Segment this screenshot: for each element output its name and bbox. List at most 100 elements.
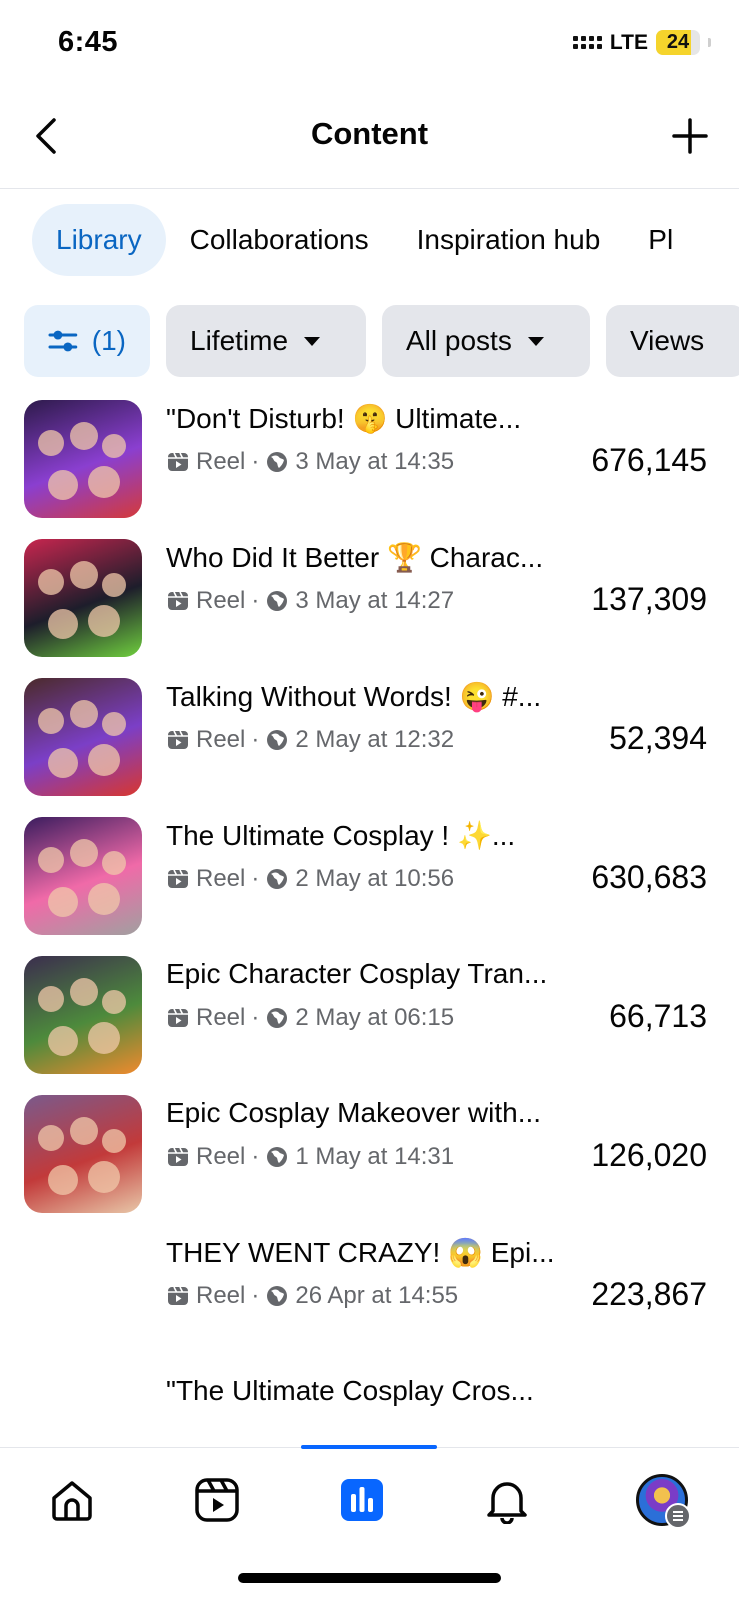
separator-dot: · xyxy=(251,448,260,475)
nav-home[interactable] xyxy=(46,1474,98,1526)
nav-profile[interactable] xyxy=(636,1474,691,1529)
post-type: Reel xyxy=(196,726,246,753)
post-thumbnail xyxy=(24,400,142,518)
plus-icon xyxy=(672,118,708,154)
post-meta: Reel · 26 Apr at 14:55 xyxy=(166,1282,458,1310)
reel-icon xyxy=(168,869,188,888)
post-type: Reel xyxy=(196,1282,246,1309)
post-thumbnail xyxy=(24,539,142,657)
reel-icon xyxy=(168,1008,188,1027)
post-views: 126,020 xyxy=(591,1137,707,1173)
post-type: Reel xyxy=(196,587,246,614)
metric-dropdown[interactable]: Views xyxy=(606,305,739,377)
filter-adjust-button[interactable]: (1) xyxy=(24,305,150,377)
globe-icon xyxy=(267,1286,288,1306)
caret-down-icon xyxy=(527,336,544,346)
globe-icon xyxy=(267,1008,288,1028)
post-title: "The Ultimate Cosplay Cros... xyxy=(166,1375,534,1406)
network-type: LTE xyxy=(609,30,648,54)
post-row[interactable]: Epic Cosplay Makeover with... Reel · 1 May … xyxy=(0,1095,739,1235)
post-row[interactable]: Epic Character Cosplay Tran... Reel · 2 May… xyxy=(0,956,739,1096)
post-row[interactable]: THEY WENT CRAZY! 😱 Epi... Reel · 26 Apr at … xyxy=(0,1234,739,1374)
globe-icon xyxy=(267,869,288,889)
notifications-icon xyxy=(487,1482,527,1524)
post-thumbnail xyxy=(24,956,142,1074)
post-title: THEY WENT CRAZY! 😱 Epi... xyxy=(166,1237,555,1268)
post-date: 2 May at 06:15 xyxy=(295,1004,455,1031)
battery-icon: 24 xyxy=(656,30,700,55)
signal-icon xyxy=(572,36,602,49)
period-label: Lifetime xyxy=(190,325,289,356)
post-views: 52,394 xyxy=(609,720,707,756)
tab-collaborations[interactable]: Collaborations xyxy=(166,204,393,276)
nav-insights[interactable] xyxy=(336,1474,388,1526)
post-date: 1 May at 14:31 xyxy=(295,1143,455,1170)
post-type: Reel xyxy=(196,865,246,892)
post-title: Epic Cosplay Makeover with... xyxy=(166,1097,542,1128)
post-thumbnail xyxy=(24,678,142,796)
tab-inspiration-hub[interactable]: Inspiration hub xyxy=(393,204,625,276)
profile-avatar xyxy=(636,1474,691,1529)
reel-icon xyxy=(168,591,188,610)
globe-icon xyxy=(267,591,288,611)
page-title: Content xyxy=(310,116,429,151)
tab-bar: Library Collaborations Inspiration hub P… xyxy=(32,204,697,276)
post-thumbnail xyxy=(24,1095,142,1213)
metric-label: Views xyxy=(630,325,705,356)
post-row[interactable]: "Don't Disturb! 🤫 Ultimate... Reel · 3 May … xyxy=(0,400,739,540)
post-row[interactable]: The Ultimate Cosplay ! ✨... Reel · 2 May at… xyxy=(0,817,739,957)
insights-icon xyxy=(341,1479,383,1521)
post-meta: Reel · 3 May at 14:27 xyxy=(166,587,454,615)
post-title: The Ultimate Cosplay ! ✨... xyxy=(166,820,516,851)
separator-dot: · xyxy=(251,1004,260,1031)
post-date: 2 May at 10:56 xyxy=(295,865,455,892)
reel-icon xyxy=(168,730,188,749)
period-dropdown[interactable]: Lifetime xyxy=(166,305,366,377)
separator-dot: · xyxy=(251,726,260,753)
post-title: Epic Character Cosplay Tran... xyxy=(166,958,548,989)
status-time: 6:45 xyxy=(58,26,119,58)
nav-reels[interactable] xyxy=(191,1474,243,1526)
sliders-icon xyxy=(48,330,78,352)
post-row[interactable]: Talking Without Words! 😜 #... Reel · 2 May … xyxy=(0,678,739,818)
home-icon xyxy=(52,1481,92,1521)
post-views: 66,713 xyxy=(609,998,707,1034)
filter-bar: (1) Lifetime All posts Views xyxy=(24,305,739,377)
post-thumbnail xyxy=(24,817,142,935)
tab-partial[interactable]: Pl xyxy=(624,204,697,276)
post-row[interactable]: Who Did It Better 🏆 Charac... Reel · 3 May … xyxy=(0,539,739,679)
post-meta: Reel · 2 May at 12:32 xyxy=(166,726,454,754)
posts-dropdown[interactable]: All posts xyxy=(382,305,590,377)
add-button[interactable] xyxy=(670,116,710,156)
tab-library[interactable]: Library xyxy=(32,204,166,276)
caret-down-icon xyxy=(304,336,321,346)
nav-notifications[interactable] xyxy=(481,1474,533,1526)
post-date: 2 May at 12:32 xyxy=(295,726,455,753)
header-divider xyxy=(0,188,739,189)
filter-count: (1) xyxy=(91,325,126,356)
reel-icon xyxy=(168,452,188,471)
post-date: 3 May at 14:35 xyxy=(295,448,455,475)
post-date: 3 May at 14:27 xyxy=(295,587,455,614)
globe-icon xyxy=(267,730,288,750)
post-meta: Reel · 3 May at 14:35 xyxy=(166,448,454,476)
separator-dot: · xyxy=(251,1282,260,1309)
separator-dot: · xyxy=(251,1143,260,1170)
status-indicators: LTE 24 xyxy=(572,30,711,55)
reel-icon xyxy=(168,1147,188,1166)
post-views: 630,683 xyxy=(591,859,707,895)
globe-icon xyxy=(267,1147,288,1167)
post-views: 223,867 xyxy=(591,1276,707,1312)
post-date: 26 Apr at 14:55 xyxy=(295,1282,459,1309)
post-title: Talking Without Words! 😜 #... xyxy=(166,681,542,712)
posts-label: All posts xyxy=(406,325,512,356)
post-meta: Reel · 2 May at 10:56 xyxy=(166,865,454,893)
post-type: Reel xyxy=(196,1143,246,1170)
reel-icon xyxy=(168,1286,188,1305)
home-indicator xyxy=(238,1573,501,1583)
reels-icon xyxy=(195,1478,239,1522)
post-type: Reel xyxy=(196,1004,246,1031)
active-tab-indicator xyxy=(301,1445,437,1449)
post-title: Who Did It Better 🏆 Charac... xyxy=(166,542,544,573)
post-views: 676,145 xyxy=(591,442,707,478)
